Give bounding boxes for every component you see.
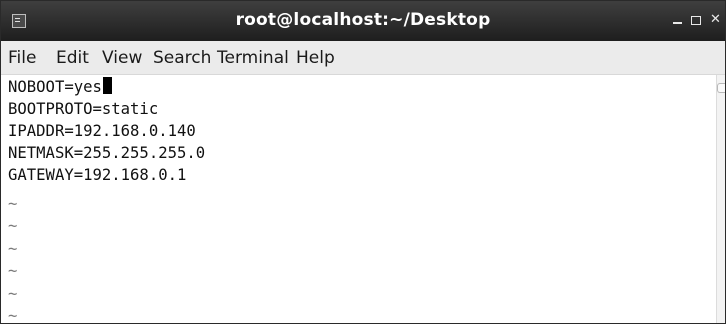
window-title: root@localhost:~/Desktop (235, 10, 491, 30)
editor-line: IPADDR=192.168.0.140 (8, 122, 196, 140)
maximize-button[interactable] (691, 13, 701, 25)
empty-line-marker: ~ (8, 307, 18, 324)
empty-line-marker: ~ (8, 195, 18, 213)
minimize-button[interactable] (673, 15, 682, 24)
menu-view[interactable]: View (102, 48, 142, 68)
empty-line-marker: ~ (8, 217, 18, 235)
editor-line: NOBOOT=yes (8, 76, 112, 98)
menu-bar: File Edit View Search Terminal Help (1, 41, 725, 75)
terminal-text-area[interactable]: NOBOOT=yes BOOTPROTO=static IPADDR=192.1… (1, 75, 717, 324)
menu-edit[interactable]: Edit (56, 48, 89, 68)
menu-search[interactable]: Search (153, 48, 211, 68)
close-button[interactable]: ✕ (710, 13, 721, 27)
menu-terminal[interactable]: Terminal (217, 48, 289, 68)
minimize-icon (673, 22, 682, 24)
editor-line: BOOTPROTO=static (8, 100, 159, 118)
terminal-window: root@localhost:~/Desktop ✕ File Edit Vie… (0, 0, 726, 324)
empty-line-marker: ~ (8, 285, 18, 303)
title-bar[interactable]: root@localhost:~/Desktop ✕ (1, 1, 725, 41)
text-cursor (102, 77, 112, 94)
vertical-scrollbar[interactable] (716, 75, 725, 323)
empty-line-marker: ~ (8, 262, 18, 280)
menu-file[interactable]: File (8, 48, 36, 68)
scroll-up-arrow-icon[interactable] (717, 83, 725, 93)
editor-line: GATEWAY=192.168.0.1 (8, 166, 187, 184)
empty-line-marker: ~ (8, 240, 18, 258)
menu-help[interactable]: Help (296, 48, 335, 68)
editor-line: NETMASK=255.255.255.0 (8, 144, 206, 162)
close-icon: ✕ (710, 12, 721, 27)
maximize-icon (691, 16, 701, 25)
